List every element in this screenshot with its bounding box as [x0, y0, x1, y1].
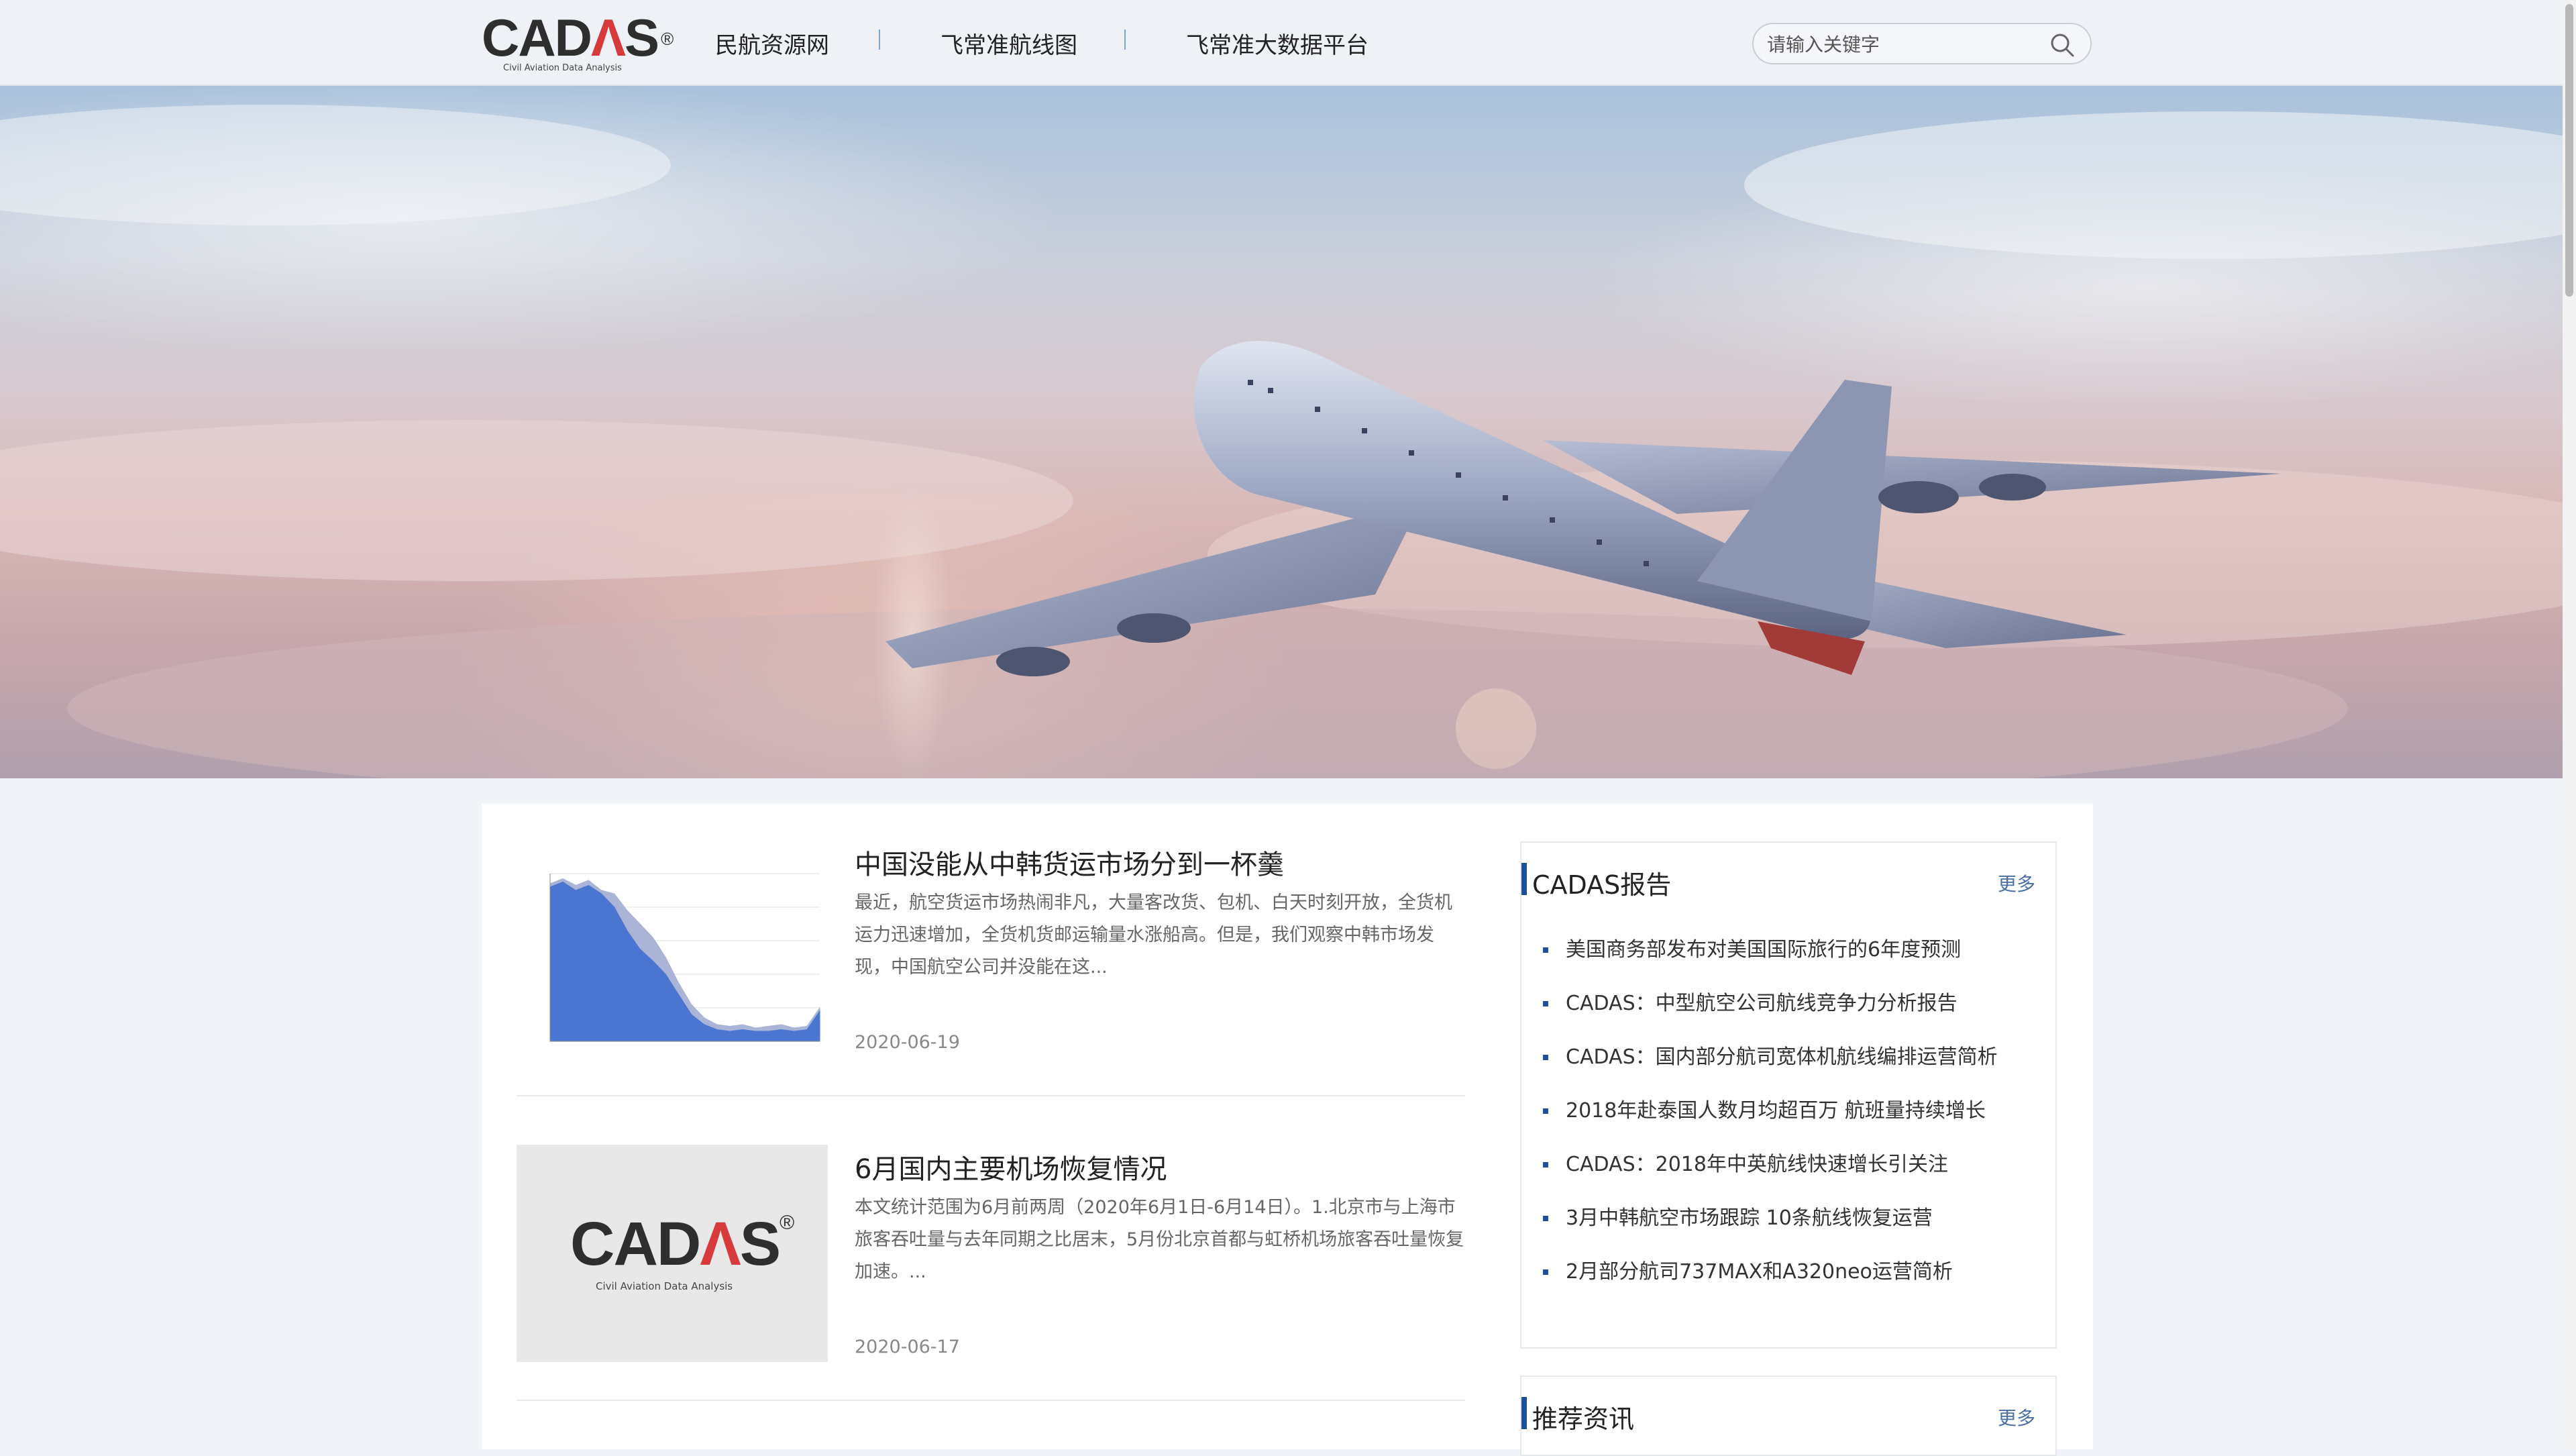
search-icon[interactable]: [2049, 32, 2076, 58]
report-list-item[interactable]: 3月中韩航空市场跟踪 10条航线恢复运营: [1540, 1205, 1998, 1259]
article-item: CADΛS® Civil Aviation Data Analysis 6月国内…: [517, 1108, 1465, 1401]
reports-panel: CADAS报告 更多 美国商务部发布对美国国际旅行的6年度预测 CADAS：中型…: [1520, 841, 2057, 1349]
more-link[interactable]: 更多: [1998, 870, 2035, 896]
airplane-illustration: [0, 105, 2563, 778]
bullet-icon: [1543, 1269, 1548, 1275]
recommended-panel: 推荐资讯 更多: [1520, 1375, 2057, 1456]
panel-accent-bar: [1521, 863, 1527, 895]
thumbnail-logo-wordmark: CADΛS®: [570, 1210, 794, 1278]
bullet-icon: [1543, 947, 1548, 953]
nav-divider: [879, 30, 880, 50]
top-header: CADΛS ® Civil Aviation Data Analysis 民航资源…: [0, 0, 2563, 86]
panel-header: 推荐资讯 更多: [1521, 1397, 2055, 1434]
article-title[interactable]: 中国没能从中韩货运市场分到一杯羹: [855, 843, 1284, 882]
article-item: 中国没能从中韩货运市场分到一杯羹 最近，航空货运市场热闹非凡，大量客改货、包机、…: [517, 804, 1465, 1096]
article-summary: 本文统计范围为6月前两周（2020年6月1日-6月14日）。1.北京市与上海市旅…: [855, 1197, 1464, 1282]
more-link[interactable]: 更多: [1998, 1404, 2035, 1431]
bullet-icon: [1543, 1055, 1548, 1060]
logo-wordmark: CADΛS ®: [482, 8, 674, 67]
content-card: 中国没能从中韩货运市场分到一杯羹 最近，航空货运市场热闹非凡，大量客改货、包机、…: [482, 804, 2093, 1456]
bullet-icon: [1543, 1216, 1548, 1221]
bullet-icon: [1543, 1162, 1548, 1167]
report-list-item[interactable]: CADAS：中型航空公司航线竞争力分析报告: [1540, 990, 1998, 1044]
panel-title: CADAS报告: [1532, 870, 1672, 900]
thumbnail-logo-subtitle: Civil Aviation Data Analysis: [596, 1280, 733, 1292]
cadas-logo[interactable]: CADΛS ® Civil Aviation Data Analysis: [482, 8, 674, 74]
panel-accent-bar: [1521, 1397, 1527, 1429]
nav-link-route-map[interactable]: 飞常准航线图: [941, 27, 1077, 60]
bullet-icon: [1543, 1108, 1548, 1114]
article-summary: 最近，航空货运市场热闹非凡，大量客改货、包机、白天时刻开放，全货机运力迅速增加，…: [855, 892, 1452, 978]
report-list: 美国商务部发布对美国国际旅行的6年度预测 CADAS：中型航空公司航线竞争力分析…: [1540, 937, 1998, 1312]
logo-subtitle: Civil Aviation Data Analysis: [503, 63, 622, 73]
report-list-item[interactable]: 2月部分航司737MAX和A320neo运营简析: [1540, 1259, 1998, 1312]
scrollbar-thumb[interactable]: [2565, 4, 2573, 297]
report-list-item[interactable]: CADAS：2018年中英航线快速增长引关注: [1540, 1151, 1998, 1205]
article-title[interactable]: 6月国内主要机场恢复情况: [855, 1147, 1167, 1186]
article-thumbnail-logo[interactable]: CADΛS® Civil Aviation Data Analysis: [517, 1145, 828, 1362]
bullet-icon: [1543, 1001, 1548, 1006]
nav-divider: [1124, 30, 1126, 50]
report-list-item[interactable]: CADAS：国内部分航司宽体机航线编排运营简析: [1540, 1044, 1998, 1098]
panel-header: CADAS报告 更多: [1521, 863, 2055, 900]
article-date: 2020-06-19: [855, 1032, 960, 1053]
hero-banner: [0, 85, 2563, 778]
report-list-item[interactable]: 美国商务部发布对美国国际旅行的6年度预测: [1540, 937, 1998, 990]
nav-link-big-data[interactable]: 飞常准大数据平台: [1186, 27, 1368, 60]
article-thumbnail-chart[interactable]: [517, 840, 828, 1057]
cargo-trend-chart: [517, 840, 828, 1057]
nav-link-carnoc[interactable]: 民航资源网: [715, 27, 829, 60]
page-scrollbar[interactable]: [2563, 0, 2576, 1449]
panel-title: 推荐资讯: [1532, 1404, 1635, 1434]
article-date: 2020-06-17: [855, 1337, 960, 1357]
search-box: [1752, 23, 2092, 64]
report-list-item[interactable]: 2018年赴泰国人数月均超百万 航班量持续增长: [1540, 1098, 1998, 1151]
search-input[interactable]: [1766, 30, 2043, 59]
